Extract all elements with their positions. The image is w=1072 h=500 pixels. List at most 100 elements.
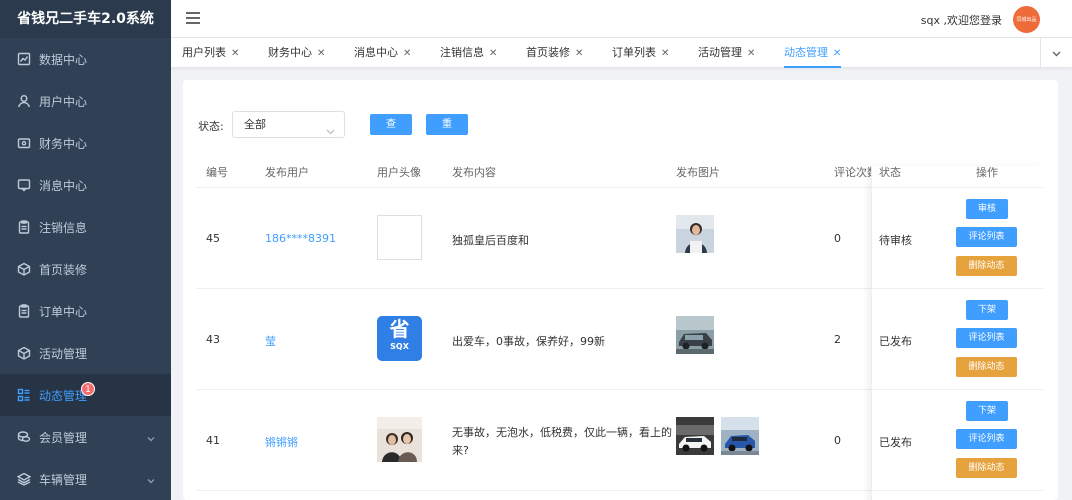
sidebar-item-messages[interactable]: 消息中心 [0, 164, 171, 206]
app-brand: 省钱兄二手车2.0系统 [0, 0, 171, 38]
delete-post-button[interactable]: 删除动态 [956, 256, 1017, 276]
hamburger-menu-icon[interactable] [186, 12, 200, 26]
approve-button[interactable]: 审核 [966, 199, 1008, 219]
column-header-status: 状态 [879, 166, 901, 179]
sidebar-item-vehicles[interactable]: 车辆管理 [0, 458, 171, 500]
sidebar-item-home-decor[interactable]: 首页装修 [0, 248, 171, 290]
column-header-actions: 操作 [976, 166, 998, 179]
delete-post-button[interactable]: 删除动态 [956, 458, 1017, 478]
welcome-text: sqx ,欢迎您登录 [920, 14, 1002, 27]
take-down-button[interactable]: 下架 [966, 300, 1008, 320]
row-user-link[interactable]: 莹 [265, 333, 276, 349]
sidebar-item-label: 数据中心 [39, 52, 88, 67]
close-icon[interactable]: ✕ [403, 48, 411, 59]
sidebar-item-label: 用户中心 [39, 94, 88, 109]
sidebar-item-label: 车辆管理 [39, 472, 88, 487]
close-icon[interactable]: ✕ [747, 48, 755, 59]
user-icon [17, 94, 31, 108]
post-image[interactable] [676, 417, 714, 455]
column-header-comments: 评论次数 [834, 166, 871, 179]
row-content: 独孤皇后百度和 [452, 234, 529, 247]
row-id: 45 [206, 232, 220, 245]
row-comments: 2 [834, 333, 841, 346]
row-user-link[interactable]: 锵锵锵 [265, 434, 298, 450]
row-id: 43 [206, 333, 220, 346]
take-down-button[interactable]: 下架 [966, 401, 1008, 421]
delete-post-button[interactable]: 删除动态 [956, 357, 1017, 377]
tab-finance[interactable]: 财务中心 ✕ [268, 38, 325, 68]
chevron-down-icon [326, 120, 335, 135]
content-card: 状态: 全部 查询 重置 编号 发布用户 用户头像 发布内容 发布图片 评论次数… [183, 80, 1058, 500]
row-status: 待审核 [879, 234, 912, 247]
wallet-icon [17, 136, 31, 150]
sidebar-item-label: 财务中心 [39, 136, 88, 151]
chevron-down-icon [147, 474, 155, 484]
tab-label: 注销信息 [440, 46, 484, 59]
column-header-user: 发布用户 [265, 166, 309, 179]
cube-icon [17, 262, 31, 276]
message-icon [17, 178, 31, 192]
tab-label: 财务中心 [268, 46, 312, 59]
sidebar-item-label: 首页装修 [39, 262, 88, 277]
sidebar-item-label: 动态管理 [39, 388, 88, 403]
sidebar-item-finance[interactable]: 财务中心 [0, 122, 171, 164]
table-row: 41 锵锵锵 无事故，无泡水，低税费，仅此一辆，看上的 来? 0 已发布 下架 … [196, 390, 1043, 491]
tab-user-list[interactable]: 用户列表 ✕ [182, 38, 239, 68]
query-button[interactable]: 查询 [370, 114, 412, 151]
sidebar-item-label: 订单中心 [39, 304, 88, 319]
list-icon [17, 388, 31, 402]
layers-icon [17, 472, 31, 486]
comment-list-button[interactable]: 评论列表 [956, 227, 1017, 247]
tab-deregistration[interactable]: 注销信息 ✕ [440, 38, 497, 68]
close-icon[interactable]: ✕ [575, 48, 583, 59]
tab-home-decor[interactable]: 首页装修 ✕ [526, 38, 583, 68]
row-content-line: 无事故，无泡水，低税费，仅此一辆，看上的 [452, 426, 672, 439]
row-user-link[interactable]: 186****8391 [265, 232, 336, 245]
clipboard-icon [17, 304, 31, 318]
sidebar-item-label: 注销信息 [39, 220, 88, 235]
sidebar-item-activities[interactable]: 活动管理 [0, 332, 171, 374]
sidebar-item-label: 活动管理 [39, 346, 88, 361]
sidebar-item-data-center[interactable]: 数据中心 [0, 38, 171, 80]
avatar-logo-text: 省 [389, 317, 410, 341]
sidebar-item-members[interactable]: 会员管理 [0, 416, 171, 458]
close-icon[interactable]: ✕ [231, 48, 239, 59]
status-select[interactable]: 全部 [232, 111, 345, 138]
tab-label: 首页装修 [526, 46, 570, 59]
close-icon[interactable]: ✕ [661, 48, 669, 59]
tabs-more-button[interactable] [1040, 38, 1072, 68]
tab-messages[interactable]: 消息中心 ✕ [354, 38, 411, 68]
tab-order-list[interactable]: 订单列表 ✕ [612, 38, 669, 68]
post-image[interactable] [721, 417, 759, 455]
avatar[interactable]: 同城出品 [1013, 6, 1040, 33]
sidebar-item-moments[interactable]: 动态管理 1 [0, 374, 171, 416]
notification-badge: 1 [81, 382, 95, 396]
row-status: 已发布 [879, 335, 912, 348]
column-header-id: 编号 [206, 166, 228, 179]
avatar-logo-subtext: SQX [390, 342, 409, 351]
close-icon[interactable]: ✕ [833, 48, 841, 59]
tab-activities[interactable]: 活动管理 ✕ [698, 38, 755, 68]
sidebar-item-orders[interactable]: 订单中心 [0, 290, 171, 332]
sidebar-item-label: 消息中心 [39, 178, 88, 193]
row-content-line: 来? [452, 444, 469, 457]
row-comments: 0 [834, 232, 841, 245]
sidebar-item-deregistration[interactable]: 注销信息 [0, 206, 171, 248]
post-image[interactable] [676, 215, 714, 253]
comment-list-button[interactable]: 评论列表 [956, 328, 1017, 348]
close-icon[interactable]: ✕ [489, 48, 497, 59]
column-header-content: 发布内容 [452, 166, 496, 179]
tab-label: 用户列表 [182, 46, 226, 59]
clipboard-icon [17, 220, 31, 234]
sidebar-item-user-center[interactable]: 用户中心 [0, 80, 171, 122]
tab-label: 订单列表 [612, 46, 656, 59]
column-header-avatar: 用户头像 [377, 166, 421, 179]
top-header: sqx ,欢迎您登录 同城出品 [171, 0, 1072, 38]
reset-button[interactable]: 重置 [426, 114, 468, 151]
close-icon[interactable]: ✕ [317, 48, 325, 59]
cube-icon [17, 346, 31, 360]
chart-icon [17, 52, 31, 66]
tab-moments[interactable]: 动态管理 ✕ [784, 38, 842, 68]
post-image[interactable] [676, 316, 714, 354]
comment-list-button[interactable]: 评论列表 [956, 429, 1017, 449]
